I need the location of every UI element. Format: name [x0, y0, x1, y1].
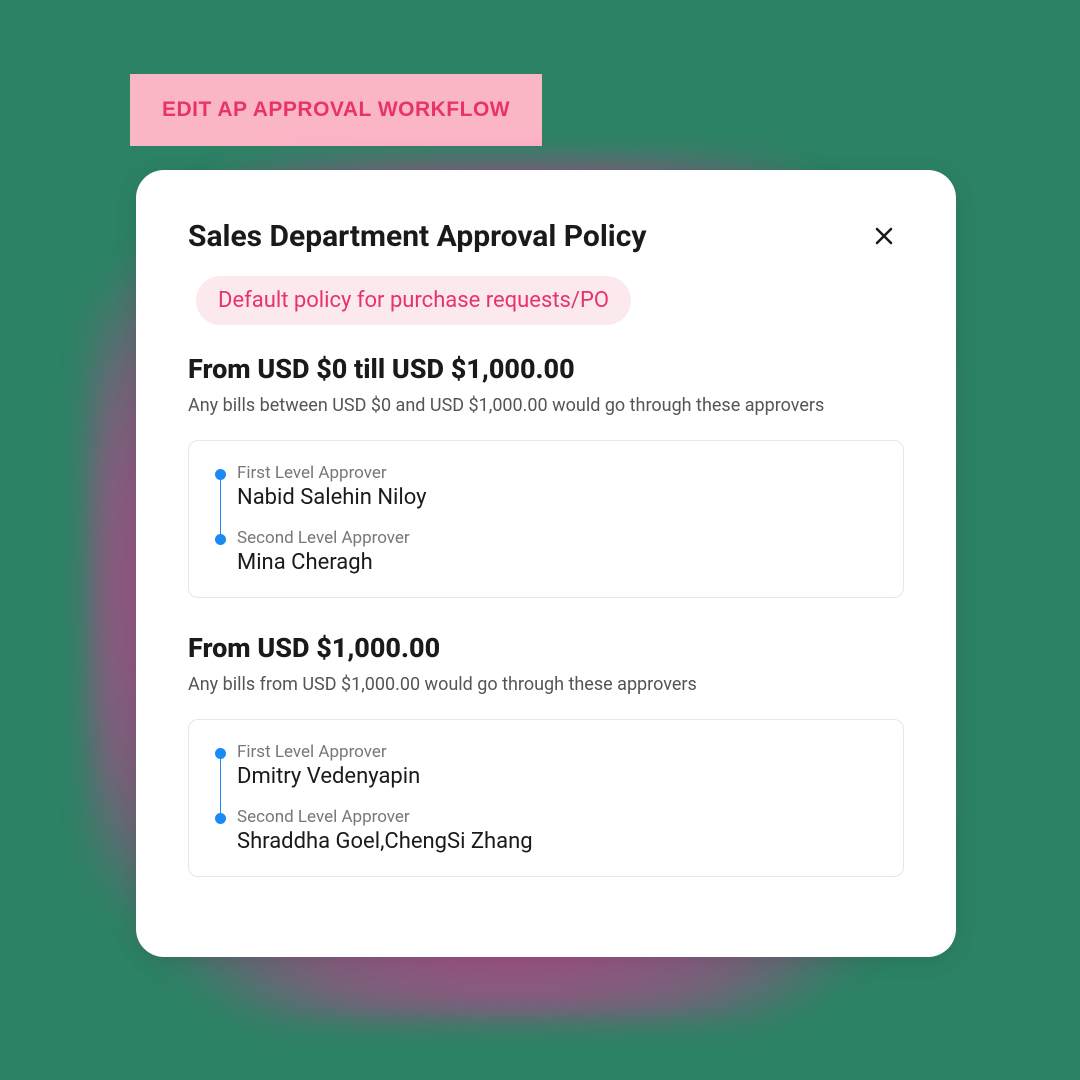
card-header: Sales Department Approval Policy — [188, 216, 904, 256]
approver-row: Second Level Approver Shraddha Goel,Chen… — [215, 807, 877, 854]
approver-name: Nabid Salehin Niloy — [237, 485, 877, 510]
tier-title: From USD $0 till USD $1,000.00 — [188, 353, 904, 385]
timeline-dot-icon — [215, 534, 226, 545]
tier-description: Any bills between USD $0 and USD $1,000.… — [188, 395, 904, 416]
approver-name: Shraddha Goel,ChengSi Zhang — [237, 829, 877, 854]
approver-row: Second Level Approver Mina Cheragh — [215, 528, 877, 575]
timeline-connector — [220, 756, 221, 818]
close-icon — [872, 224, 896, 248]
timeline-connector — [220, 477, 221, 539]
approver-level-label: First Level Approver — [237, 742, 877, 762]
approver-level-label: First Level Approver — [237, 463, 877, 483]
tier: From USD $0 till USD $1,000.00 Any bills… — [188, 353, 904, 598]
approval-policy-card: Sales Department Approval Policy Default… — [136, 170, 956, 957]
approver-name: Mina Cheragh — [237, 550, 877, 575]
approvers-box: First Level Approver Nabid Salehin Niloy… — [188, 440, 904, 598]
tier-title: From USD $1,000.00 — [188, 632, 904, 664]
approver-row: First Level Approver Nabid Salehin Niloy — [215, 463, 877, 510]
timeline-dot-icon — [215, 748, 226, 759]
approver-level-label: Second Level Approver — [237, 528, 877, 548]
timeline-dot-icon — [215, 813, 226, 824]
approver-level-label: Second Level Approver — [237, 807, 877, 827]
timeline-dot-icon — [215, 469, 226, 480]
card-title: Sales Department Approval Policy — [188, 219, 646, 254]
approvers-box: First Level Approver Dmitry Vedenyapin S… — [188, 719, 904, 877]
edit-workflow-button[interactable]: EDIT AP APPROVAL WORKFLOW — [130, 74, 542, 146]
approver-name: Dmitry Vedenyapin — [237, 764, 877, 789]
policy-badge: Default policy for purchase requests/PO — [196, 276, 631, 325]
close-button[interactable] — [864, 216, 904, 256]
tier-description: Any bills from USD $1,000.00 would go th… — [188, 674, 904, 695]
approver-row: First Level Approver Dmitry Vedenyapin — [215, 742, 877, 789]
tier: From USD $1,000.00 Any bills from USD $1… — [188, 632, 904, 877]
